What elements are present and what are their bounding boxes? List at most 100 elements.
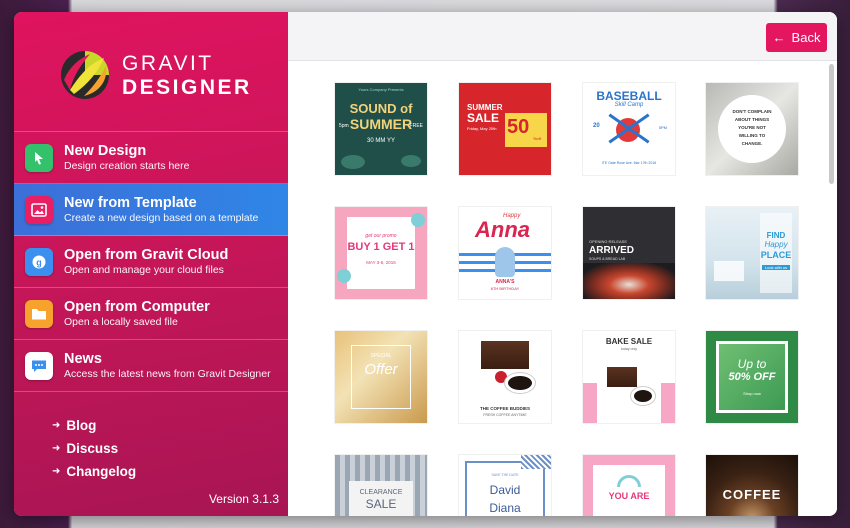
- arrow-left-icon: ←: [772, 30, 786, 45]
- menu-item-title: News: [64, 350, 102, 367]
- menu-item-subtitle: Design creation starts here: [64, 159, 190, 172]
- back-button[interactable]: ← Back: [766, 23, 827, 52]
- template-thumb-coffee-buddies[interactable]: THE COFFEE BUDDIES FRESH COFFEE ANYTIME: [459, 331, 551, 423]
- thumb-text: BAKE SALE: [605, 337, 653, 346]
- thumb-text: DON'T COMPLAIN: [732, 109, 772, 114]
- sidebar: GRAVIT DESIGNER New Design Design creati…: [14, 12, 288, 516]
- template-thumb-you-are[interactable]: YOU ARE: [583, 455, 675, 516]
- menu-item-subtitle: Open a locally saved file: [64, 315, 178, 328]
- thumb-text: WILLING TO: [738, 133, 766, 138]
- chat-icon: [25, 351, 53, 380]
- thumb-text: Friday, May 20th: [467, 126, 497, 131]
- template-thumb-fifty-off[interactable]: Up to 50% OFF Shop now: [706, 331, 798, 423]
- version-label: Version 3.1.3: [208, 492, 279, 506]
- menu-item-news[interactable]: News Access the latest news from Gravit …: [14, 340, 288, 392]
- thumb-text: 5PM: [658, 125, 667, 130]
- thumb-text: 50: [507, 116, 530, 138]
- thumb-text: 30 MM YY: [367, 138, 395, 144]
- menu-item-open-cloud[interactable]: g Open from Gravit Cloud Open and manage…: [14, 236, 288, 288]
- link-label: Changelog: [66, 464, 137, 479]
- thumb-text: Look with us: [762, 265, 790, 270]
- thumb-text: Anna: [475, 217, 530, 242]
- back-label: Back: [791, 30, 821, 45]
- menu-item-subtitle: Access the latest news from Gravit Desig…: [64, 367, 271, 380]
- template-thumb-find-happy-place[interactable]: FIND Happy PLACE Look with us: [706, 207, 798, 299]
- template-thumb-clearance-sale[interactable]: CLEARANCE SALE: [335, 455, 427, 516]
- thumb-text: 20: [593, 123, 600, 129]
- link-label: Blog: [66, 418, 97, 433]
- thumb-text: BUY 1 GET 1: [347, 241, 415, 253]
- template-thumb-special-offer[interactable]: SPECIAL Offer: [335, 331, 427, 423]
- thumb-text: OPENING RELEASE: [589, 239, 628, 244]
- thumb-text: Shop now: [743, 391, 761, 396]
- folder-icon: [25, 299, 53, 328]
- thumb-text: SALE: [365, 497, 397, 511]
- link-label: Discuss: [66, 441, 119, 456]
- sidebar-links: ➜ Blog ➜ Discuss ➜ Changelog: [52, 414, 136, 483]
- template-thumb-baseball[interactable]: BASEBALL Skill Camp 20 5PM ITE Gate Rose…: [583, 83, 675, 175]
- arrow-right-icon: ➜: [52, 443, 61, 454]
- logo-line2: DESIGNER: [122, 75, 252, 99]
- menu-item-title: Open from Computer: [64, 298, 210, 315]
- thumb-text: Skill Camp: [614, 102, 644, 108]
- arrow-right-icon: ➜: [52, 420, 61, 431]
- template-thumb-buy-one-get-one[interactable]: get our promo BUY 1 GET 1 MAY 3-6, 2016: [335, 207, 427, 299]
- template-toolbar: ← Back: [288, 12, 837, 61]
- app-logo: GRAVIT DESIGNER: [60, 50, 252, 100]
- thumb-text: CLEARANCE: [359, 489, 403, 496]
- thumb-text: ANNA'S: [495, 279, 515, 285]
- menu-item-subtitle: Create a new design based on a template: [64, 211, 259, 224]
- logo-line1: GRAVIT: [122, 51, 214, 75]
- template-thumb-quote[interactable]: DON'T COMPLAIN ABOUT THINGS YOU'RE NOT W…: [706, 83, 798, 175]
- template-thumb-summer-sale[interactable]: SUMMER SALE Friday, May 20th 50 %off: [459, 83, 551, 175]
- thumb-text: Offer: [364, 361, 398, 378]
- thumb-text: today only: [621, 347, 637, 351]
- thumb-text: David: [489, 483, 521, 497]
- thumb-text: BASEBALL: [596, 89, 662, 103]
- template-thumb-sound-of-summer[interactable]: Yours Company Presents SOUND of SUMMER 3…: [335, 83, 427, 175]
- link-discuss[interactable]: ➜ Discuss: [52, 437, 136, 460]
- thumb-text: FREE: [409, 123, 423, 129]
- thumb-text: Happy: [764, 240, 788, 249]
- thumb-text: SALE: [467, 111, 500, 125]
- thumb-text: MAY 3-6, 2016: [366, 260, 396, 265]
- thumb-text: Diana: [489, 501, 521, 515]
- menu-item-title: Open from Gravit Cloud: [64, 246, 229, 263]
- template-scrollbar[interactable]: [829, 64, 834, 184]
- template-thumb-coffee[interactable]: COFFEE: [706, 455, 798, 516]
- thumb-text: Up to: [737, 357, 767, 371]
- welcome-dialog: GRAVIT DESIGNER New Design Design creati…: [14, 12, 837, 516]
- link-changelog[interactable]: ➜ Changelog: [52, 460, 136, 483]
- menu-item-new-from-template[interactable]: New from Template Create a new design ba…: [14, 184, 288, 236]
- thumb-text: 50% OFF: [728, 371, 776, 383]
- thumb-text: FRESH COFFEE ANYTIME: [483, 413, 527, 417]
- thumb-text: %off: [533, 136, 541, 141]
- template-thumb-arrived[interactable]: OPENING RELEASE ARRIVED SOUPS & BREAD LA…: [583, 207, 675, 299]
- thumb-text: FIND: [766, 231, 786, 240]
- template-thumb-save-the-date[interactable]: SAVE THE DATE David Diana: [459, 455, 551, 516]
- menu-item-new-design[interactable]: New Design Design creation starts here: [14, 132, 288, 184]
- thumb-text: COFFEE: [722, 487, 782, 502]
- cursor-icon: [25, 143, 53, 172]
- thumb-text: SPECIAL: [370, 353, 392, 359]
- thumb-text: SOUPS & BREAD LAB: [589, 257, 626, 261]
- menu-item-subtitle: Open and manage your cloud files: [64, 263, 224, 276]
- thumb-text: 6TH BIRTHDAY: [490, 286, 520, 291]
- thumb-text: Yours Company Presents: [358, 87, 404, 92]
- svg-text:g: g: [36, 257, 42, 267]
- cloud-icon: g: [25, 247, 53, 276]
- menu-item-open-computer[interactable]: Open from Computer Open a locally saved …: [14, 288, 288, 340]
- template-grid: Yours Company Presents SOUND of SUMMER 3…: [288, 61, 824, 516]
- thumb-text: SOUND of: [349, 101, 413, 116]
- link-blog[interactable]: ➜ Blog: [52, 414, 136, 437]
- thumb-text: 5pm: [339, 123, 349, 129]
- thumb-text: ITE Gate Rose Ave. Mar 17th 2016: [601, 161, 657, 165]
- menu-item-title: New from Template: [64, 194, 197, 211]
- template-thumb-anna-birthday[interactable]: Happy Anna ANNA'S 6TH BIRTHDAY: [459, 207, 551, 299]
- thumb-text: PLACE: [760, 250, 792, 260]
- thumb-text: YOU ARE: [608, 491, 650, 501]
- start-menu: New Design Design creation starts here N…: [14, 131, 288, 392]
- thumb-text: THE COFFEE BUDDIES: [479, 406, 530, 411]
- template-thumb-bake-sale[interactable]: BAKE SALE today only: [583, 331, 675, 423]
- thumb-text: get our promo: [365, 233, 397, 239]
